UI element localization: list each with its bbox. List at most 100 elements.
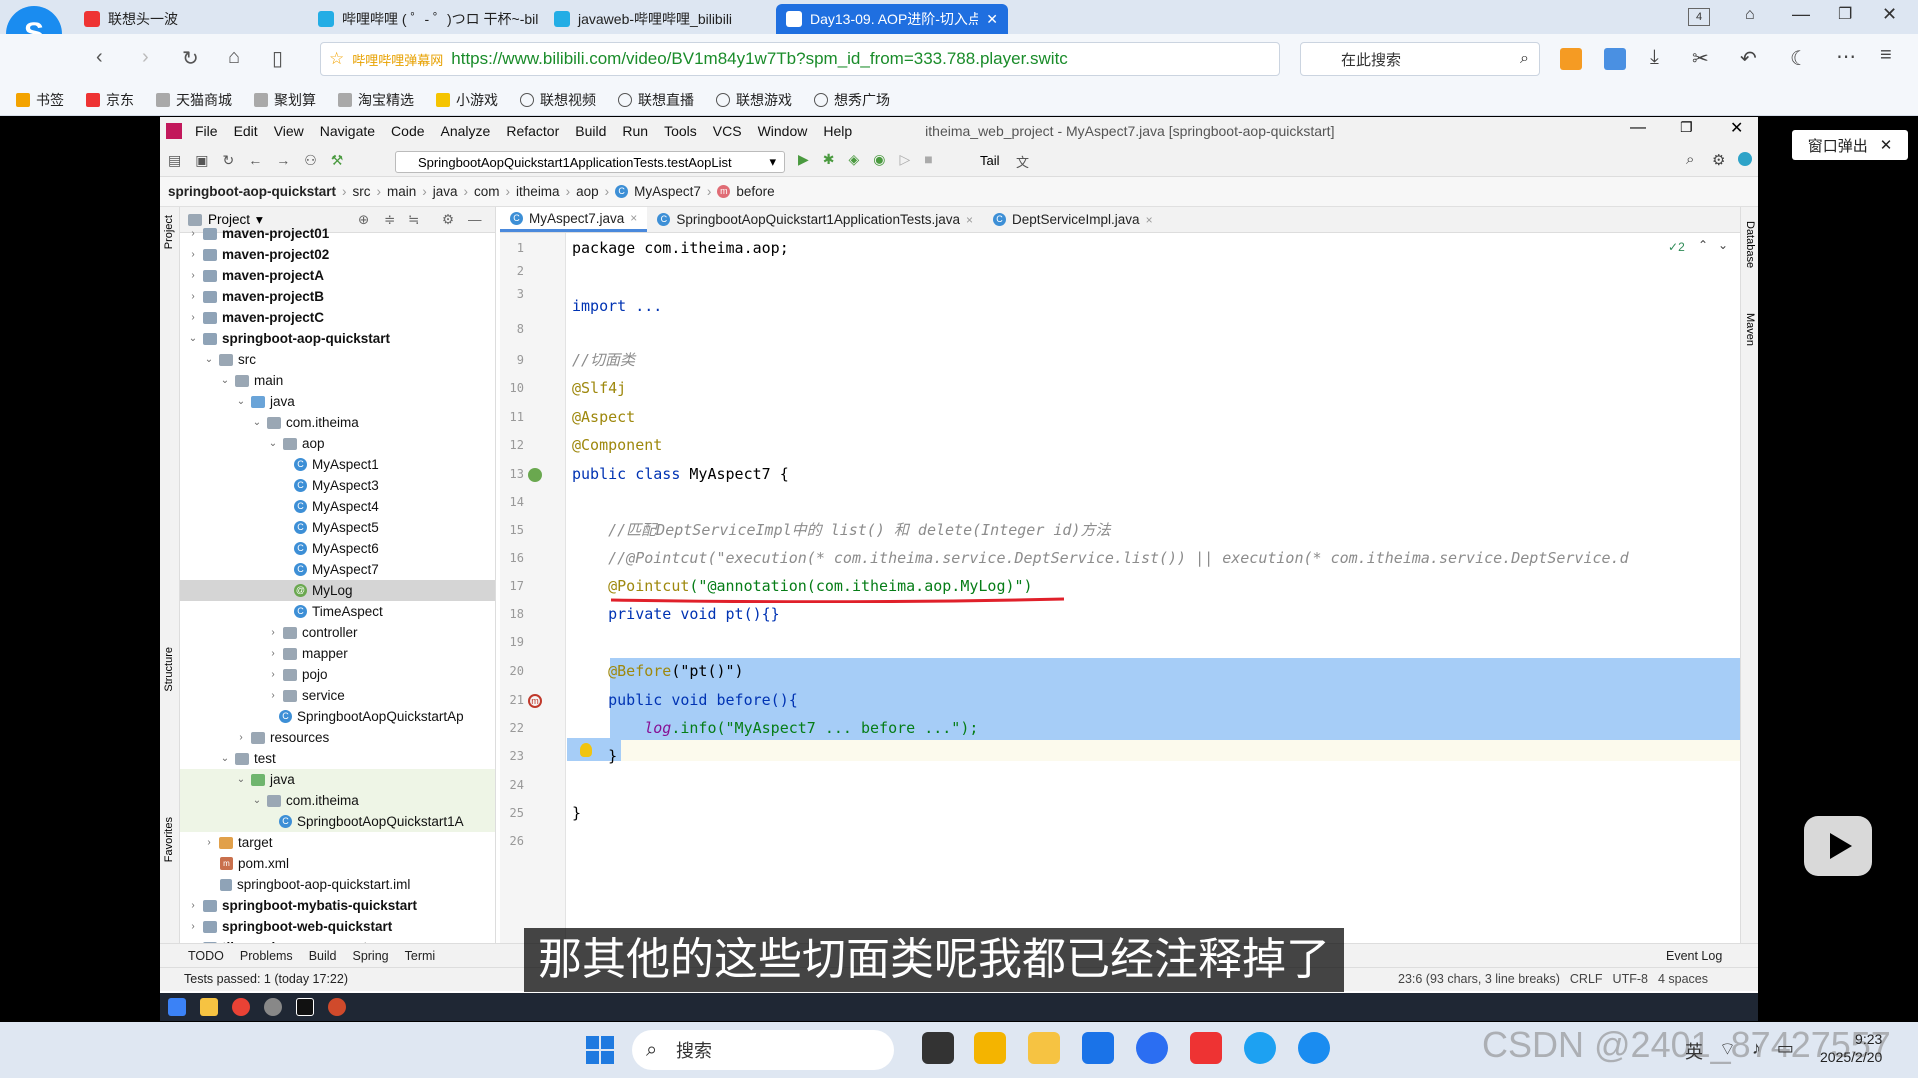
settings-gear-icon[interactable]: ⚙	[1712, 151, 1725, 169]
bookmark-item[interactable]: 京东	[86, 90, 134, 110]
tree-item[interactable]: › maven-projectB	[180, 286, 495, 307]
bookmark-item[interactable]: 联想直播	[618, 90, 694, 110]
structure-tool-tab[interactable]: Structure	[163, 647, 175, 692]
run-config-select[interactable]: SpringbootAopQuickstart1ApplicationTests…	[395, 151, 785, 173]
tree-item[interactable]: › maven-project02	[180, 244, 495, 265]
debug-icon[interactable]: ✱	[823, 151, 835, 168]
menu-view[interactable]: View	[271, 123, 307, 139]
close-tab-icon[interactable]: ✕	[986, 11, 998, 28]
translate-icon[interactable]: 文	[1016, 152, 1029, 171]
tree-item[interactable]: › springboot-web-quickstart	[180, 916, 495, 937]
breadcrumb-item[interactable]: before	[736, 184, 774, 199]
coverage-icon[interactable]: ◈	[849, 151, 860, 168]
tree-item[interactable]: C TimeAspect	[180, 601, 495, 622]
menu-navigate[interactable]: Navigate	[317, 123, 378, 139]
file-encoding[interactable]: UTF-8	[1613, 972, 1648, 986]
menu-build[interactable]: Build	[572, 123, 609, 139]
wps-icon[interactable]	[1190, 1032, 1222, 1064]
bookmark-item[interactable]: 聚划算	[254, 90, 316, 110]
scissors-icon[interactable]: ✂	[1692, 46, 1709, 71]
run-icon[interactable]: ▶	[798, 151, 809, 168]
menu-window[interactable]: Window	[755, 123, 811, 139]
ide-search-icon[interactable]: ⌕	[1686, 151, 1694, 168]
status-message[interactable]: Tests passed: 1 (today 17:22)	[184, 972, 348, 986]
chevron-down-icon[interactable]: ⌄	[1718, 238, 1728, 252]
menu-refactor[interactable]: Refactor	[503, 123, 562, 139]
breadcrumb-item[interactable]: main	[387, 184, 416, 199]
tail-button[interactable]: Tail	[980, 153, 1000, 168]
sync-icon[interactable]: ↻	[222, 152, 234, 169]
tree-item[interactable]: ⌄ main	[180, 370, 495, 391]
bookmark-item[interactable]: 天猫商城	[156, 90, 232, 110]
ide-minimize-icon[interactable]: —	[1630, 119, 1646, 137]
tree-item[interactable]: › mapper	[180, 643, 495, 664]
tree-item[interactable]: › target	[180, 832, 495, 853]
undo-icon[interactable]: ↶	[1740, 46, 1757, 71]
close-tab-icon[interactable]: ×	[966, 213, 973, 227]
menu-run[interactable]: Run	[619, 123, 651, 139]
tree-item[interactable]: ⌄ src	[180, 349, 495, 370]
more-icon[interactable]: ⋯	[1836, 44, 1856, 69]
store-icon[interactable]	[1082, 1032, 1114, 1064]
reader-icon[interactable]: ▯	[272, 46, 283, 71]
tree-item[interactable]: C SpringbootAopQuickstart1A	[180, 811, 495, 832]
close-window-icon[interactable]: ✕	[1882, 4, 1897, 25]
address-bar[interactable]: ☆ 哔哩哔哩弹幕网 https://www.bilibili.com/video…	[320, 42, 1280, 76]
bookmark-item[interactable]: 淘宝精选	[338, 90, 414, 110]
step-icon[interactable]: ▷	[900, 151, 911, 168]
breadcrumb-item[interactable]: MyAspect7	[634, 184, 701, 199]
tree-item[interactable]: › maven-projectA	[180, 265, 495, 286]
tree-item[interactable]: › controller	[180, 622, 495, 643]
build-hammer-icon[interactable]: ⚒	[331, 152, 344, 169]
minimize-icon[interactable]: —	[1792, 4, 1810, 25]
editor-tab-active[interactable]: C MyAspect7.java ×	[500, 207, 648, 232]
browser-tab[interactable]: javaweb-哔哩哔哩_bilibili	[544, 4, 769, 34]
breadcrumb-item[interactable]: springboot-aop-quickstart	[168, 184, 336, 199]
tree-item[interactable]: › resources	[180, 727, 495, 748]
advice-marker-icon[interactable]: m	[528, 694, 542, 708]
menu-edit[interactable]: Edit	[231, 123, 261, 139]
project-tool-tab[interactable]: Project	[163, 215, 175, 249]
bookmark-item[interactable]: 想秀广场	[814, 90, 890, 110]
input-language[interactable]: 英	[1685, 1038, 1703, 1064]
menu-tools[interactable]: Tools	[661, 123, 700, 139]
editor-tab[interactable]: C DeptServiceImpl.java ×	[983, 207, 1163, 232]
volume-icon[interactable]: ♪	[1752, 1038, 1761, 1064]
moon-icon[interactable]: ☾	[1790, 46, 1808, 71]
tree-item[interactable]: m pom.xml	[180, 853, 495, 874]
wifi-icon[interactable]: ⌔	[1719, 1038, 1736, 1064]
tree-item-selected[interactable]: @ MyLog	[180, 580, 495, 601]
tree-item[interactable]: › pojo	[180, 664, 495, 685]
download-icon[interactable]: ⤓	[1650, 46, 1659, 69]
inspection-badge[interactable]: ✓2	[1668, 240, 1685, 254]
tree-item[interactable]: › springboot-mybatis-quickstart	[180, 895, 495, 916]
todo-tab[interactable]: TODO	[188, 949, 224, 963]
os-search-box[interactable]: ⌕ 搜索	[632, 1030, 894, 1070]
tree-item[interactable]: › maven-projectC	[180, 307, 495, 328]
event-log-tab[interactable]: Event Log	[1666, 949, 1722, 963]
tree-item[interactable]: C MyAspect5	[180, 517, 495, 538]
close-tab-icon[interactable]: ×	[1146, 213, 1153, 227]
tree-item[interactable]: › service	[180, 685, 495, 706]
ide-close-icon[interactable]: ✕	[1730, 118, 1743, 138]
browser-tab[interactable]: 联想头一波	[74, 4, 299, 34]
tree-item[interactable]: ⌄ com.itheima	[180, 412, 495, 433]
favorites-tool-tab[interactable]: Favorites	[163, 817, 175, 862]
open-icon[interactable]: ▤	[168, 152, 181, 169]
file-explorer-icon[interactable]	[1028, 1032, 1060, 1064]
tree-item[interactable]: ⌄ springboot-aop-quickstart	[180, 328, 495, 349]
menu-icon[interactable]: ≡	[1880, 44, 1892, 67]
maven-tool-tab[interactable]: Maven	[1744, 313, 1756, 346]
send-icon[interactable]	[1604, 48, 1626, 70]
ide-restore-icon[interactable]: ❐	[1680, 119, 1693, 136]
forward-icon[interactable]: ›	[142, 46, 149, 69]
url-text[interactable]: https://www.bilibili.com/video/BV1m84y1w…	[451, 49, 1151, 69]
task-view-icon[interactable]	[922, 1032, 954, 1064]
back-icon[interactable]: ‹	[96, 46, 103, 69]
breadcrumb-item[interactable]: src	[353, 184, 371, 199]
battery-icon[interactable]: ▭	[1777, 1038, 1794, 1064]
editor-tab[interactable]: C SpringbootAopQuickstart1ApplicationTest…	[647, 207, 983, 232]
tree-item[interactable]: ⌄ com.itheima	[180, 790, 495, 811]
menu-help[interactable]: Help	[820, 123, 855, 139]
tree-item[interactable]: C MyAspect7	[180, 559, 495, 580]
